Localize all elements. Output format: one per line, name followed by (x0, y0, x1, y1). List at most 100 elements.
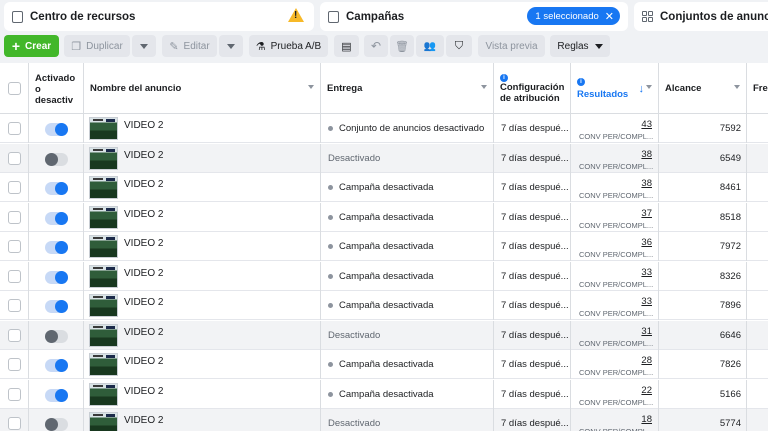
results-value[interactable]: 38 (641, 178, 652, 189)
ad-thumbnail[interactable] (89, 264, 118, 288)
undo-button[interactable]: ↶ (364, 35, 388, 57)
ad-thumbnail[interactable] (89, 235, 118, 258)
table-row[interactable]: VIDEO 2 Desactivado 7 días despué... 18 … (0, 409, 768, 431)
table-row[interactable]: VIDEO 2 Campaña desactivada 7 días despu… (0, 202, 768, 232)
row-checkbox[interactable] (8, 122, 21, 135)
ad-name[interactable]: VIDEO 2 (124, 179, 163, 190)
status-toggle[interactable] (45, 152, 68, 166)
header-status[interactable]: Activado o desactiv (29, 63, 84, 114)
delete-button[interactable]: 🗑 (390, 35, 414, 57)
ad-name[interactable]: VIDEO 2 (124, 386, 163, 397)
header-ad-name[interactable]: Nombre del anuncio (84, 63, 321, 114)
results-value[interactable]: 28 (641, 355, 652, 366)
tab-resource-center[interactable]: Centro de recursos (4, 2, 314, 31)
table-row[interactable]: VIDEO 2 Conjunto de anuncios desactivado… (0, 114, 768, 143)
tab-ad-sets[interactable]: Conjuntos de anuncios p (634, 2, 768, 31)
row-checkbox[interactable] (8, 328, 21, 342)
ad-thumbnail[interactable] (89, 146, 118, 170)
results-value[interactable]: 18 (641, 414, 652, 425)
row-checkbox[interactable] (8, 151, 21, 165)
table-row[interactable]: VIDEO 2 Campaña desactivada 7 días despu… (0, 261, 768, 291)
create-button[interactable]: + Crear (4, 35, 59, 57)
selected-badge[interactable]: 1 seleccionado ✕ (527, 7, 620, 25)
table-row[interactable]: VIDEO 2 Desactivado 7 días despué... 31 … (0, 320, 768, 350)
table-row[interactable]: VIDEO 2 Campaña desactivada 7 días despu… (0, 350, 768, 379)
header-select-all[interactable] (0, 63, 29, 114)
row-checkbox[interactable] (8, 181, 21, 194)
table-row[interactable]: VIDEO 2 Desactivado 7 días despué... 38 … (0, 143, 768, 173)
edit-button[interactable]: ✎ Editar (162, 35, 217, 57)
ad-thumbnail[interactable] (89, 205, 118, 229)
sort-icon[interactable] (481, 85, 487, 89)
ad-name[interactable]: VIDEO 2 (124, 327, 163, 338)
status-toggle[interactable] (45, 418, 68, 431)
status-toggle[interactable] (45, 211, 68, 225)
row-checkbox[interactable] (8, 210, 21, 224)
table-row[interactable]: VIDEO 2 Campaña desactivada 7 días despu… (0, 173, 768, 202)
close-icon[interactable]: ✕ (605, 10, 614, 23)
warning-icon[interactable] (288, 8, 304, 22)
header-delivery[interactable]: Entrega (321, 63, 494, 114)
table-row[interactable]: VIDEO 2 Campaña desactivada 7 días despu… (0, 379, 768, 409)
sort-arrow-icon[interactable]: ↓ (639, 83, 645, 95)
results-value[interactable]: 36 (641, 237, 652, 248)
ad-thumbnail[interactable] (89, 323, 118, 347)
people-button[interactable]: 👥 (416, 35, 444, 57)
status-toggle[interactable] (45, 388, 68, 402)
row-checkbox[interactable] (8, 417, 21, 430)
ad-thumbnail[interactable] (89, 382, 118, 406)
tab-campaigns[interactable]: Campañas 1 seleccionado ✕ (320, 2, 628, 31)
sort-icon[interactable] (646, 85, 652, 89)
ad-name[interactable]: VIDEO 2 (124, 238, 163, 249)
select-all-checkbox[interactable] (7, 82, 21, 95)
results-value[interactable]: 33 (641, 296, 652, 307)
ad-thumbnail[interactable] (89, 294, 118, 317)
duplicate-dropdown[interactable] (132, 35, 156, 57)
info-icon[interactable]: i (577, 77, 585, 86)
preview-button[interactable]: Vista previa (478, 35, 545, 57)
results-value[interactable]: 33 (641, 267, 652, 278)
sort-icon[interactable] (308, 85, 314, 89)
row-checkbox[interactable] (8, 387, 21, 401)
status-toggle[interactable] (45, 300, 68, 313)
row-checkbox[interactable] (8, 269, 21, 283)
ad-thumbnail[interactable] (89, 353, 118, 376)
ad-thumbnail[interactable] (89, 117, 118, 140)
header-reach[interactable]: Alcance (659, 63, 747, 114)
ad-name[interactable]: VIDEO 2 (124, 268, 163, 279)
ad-thumbnail[interactable] (89, 176, 118, 199)
ad-name[interactable]: VIDEO 2 (124, 415, 163, 426)
header-results[interactable]: i Resultados ↓ (571, 63, 659, 114)
sort-icon[interactable] (734, 85, 740, 89)
edit-dropdown[interactable] (219, 35, 243, 57)
ad-name[interactable]: VIDEO 2 (124, 356, 163, 367)
ad-name[interactable]: VIDEO 2 (124, 120, 163, 131)
row-checkbox[interactable] (8, 299, 21, 312)
duplicate-button[interactable]: ❐ Duplicar (64, 35, 130, 57)
ab-test-button[interactable]: ⚗ Prueba A/B (249, 35, 328, 57)
results-value[interactable]: 43 (641, 119, 652, 130)
results-value[interactable]: 31 (641, 326, 652, 337)
table-row[interactable]: VIDEO 2 Campaña desactivada 7 días despu… (0, 232, 768, 261)
results-value[interactable]: 38 (641, 149, 652, 160)
rules-button[interactable]: Reglas (550, 35, 610, 57)
status-toggle[interactable] (45, 359, 68, 372)
header-frequency[interactable]: Fre (747, 63, 768, 114)
ad-name[interactable]: VIDEO 2 (124, 297, 163, 308)
report-button[interactable]: ▤ (334, 35, 359, 57)
status-toggle[interactable] (45, 329, 68, 343)
table-row[interactable]: VIDEO 2 Campaña desactivada 7 días despu… (0, 291, 768, 320)
ad-name[interactable]: VIDEO 2 (124, 209, 163, 220)
row-checkbox[interactable] (8, 358, 21, 371)
status-toggle[interactable] (45, 182, 68, 195)
results-value[interactable]: 37 (641, 208, 652, 219)
row-checkbox[interactable] (8, 240, 21, 253)
ad-thumbnail[interactable] (89, 412, 118, 431)
rules-icon-button[interactable]: ⛉ (446, 35, 472, 57)
status-toggle[interactable] (45, 123, 68, 136)
status-toggle[interactable] (45, 270, 68, 284)
ad-name[interactable]: VIDEO 2 (124, 150, 163, 161)
results-value[interactable]: 22 (641, 385, 652, 396)
status-toggle[interactable] (45, 241, 68, 254)
header-attribution[interactable]: i Configuración de atribución (494, 63, 571, 114)
